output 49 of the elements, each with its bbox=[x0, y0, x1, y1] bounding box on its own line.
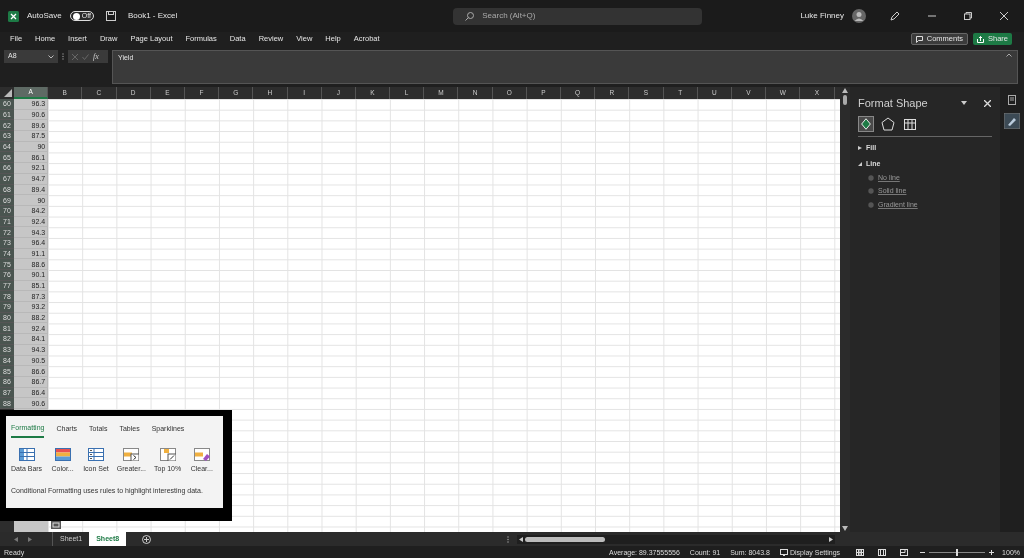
bar-table-icon bbox=[18, 447, 35, 461]
zoom-slider-thumb[interactable] bbox=[956, 548, 959, 556]
pen-icon[interactable] bbox=[890, 11, 900, 21]
share-icon bbox=[977, 35, 984, 43]
user-name: Luke Finney bbox=[800, 10, 844, 22]
dropdown-caret-icon bbox=[48, 54, 54, 59]
save-icon[interactable] bbox=[105, 11, 116, 21]
add-sheet-icon[interactable] bbox=[142, 534, 152, 544]
normal-view-icon[interactable] bbox=[856, 548, 865, 556]
horizontal-scrollbar[interactable] bbox=[517, 534, 836, 544]
scroll-thumb-icon[interactable] bbox=[843, 94, 847, 105]
eraser-table-icon bbox=[193, 447, 210, 461]
icon-table-icon bbox=[87, 447, 104, 461]
close-icon[interactable] bbox=[1000, 12, 1008, 20]
pane-title: Format Shape bbox=[858, 96, 928, 111]
expanded-triangle-icon bbox=[858, 162, 862, 167]
excel-logo-icon bbox=[8, 10, 19, 22]
comment-icon bbox=[915, 35, 923, 43]
check-icon[interactable] bbox=[82, 53, 89, 60]
monitor-icon bbox=[779, 548, 788, 556]
restore-icon[interactable] bbox=[964, 12, 972, 20]
color-table-icon bbox=[54, 447, 71, 461]
brush-icon[interactable] bbox=[1004, 113, 1020, 129]
minimize-icon[interactable] bbox=[928, 12, 936, 20]
insert-function-button[interactable]: fx bbox=[93, 50, 99, 63]
scroll-right-icon bbox=[829, 536, 834, 542]
avatar-icon bbox=[852, 9, 866, 23]
next-sheet-icon[interactable] bbox=[28, 536, 32, 542]
zoom-out-icon[interactable] bbox=[920, 549, 926, 555]
scroll-up-icon[interactable] bbox=[842, 88, 848, 93]
page-layout-view-icon[interactable] bbox=[878, 548, 887, 556]
zoom-in-icon[interactable] bbox=[989, 549, 995, 555]
autosave-label: AutoSave bbox=[27, 10, 62, 22]
fill-line-icon[interactable] bbox=[858, 115, 874, 132]
document-icon[interactable] bbox=[1008, 95, 1016, 105]
collapse-caret-icon[interactable] bbox=[1006, 53, 1012, 57]
window-title: Book1 - Excel bbox=[127, 10, 178, 22]
search-icon bbox=[465, 11, 475, 21]
dropdown-caret-icon[interactable] bbox=[961, 101, 967, 106]
top-table-icon bbox=[159, 447, 176, 461]
greater-table-icon bbox=[123, 447, 140, 461]
page-break-view-icon[interactable] bbox=[900, 548, 909, 556]
search-field[interactable]: Search (Alt+Q) bbox=[453, 7, 703, 25]
collapsed-triangle-icon bbox=[858, 145, 862, 150]
more-icon[interactable] bbox=[507, 535, 510, 543]
close-icon[interactable] bbox=[984, 99, 991, 107]
quick-analysis-icon[interactable] bbox=[51, 521, 61, 529]
pentagon-icon[interactable] bbox=[880, 115, 896, 132]
prev-sheet-icon[interactable] bbox=[14, 536, 18, 542]
